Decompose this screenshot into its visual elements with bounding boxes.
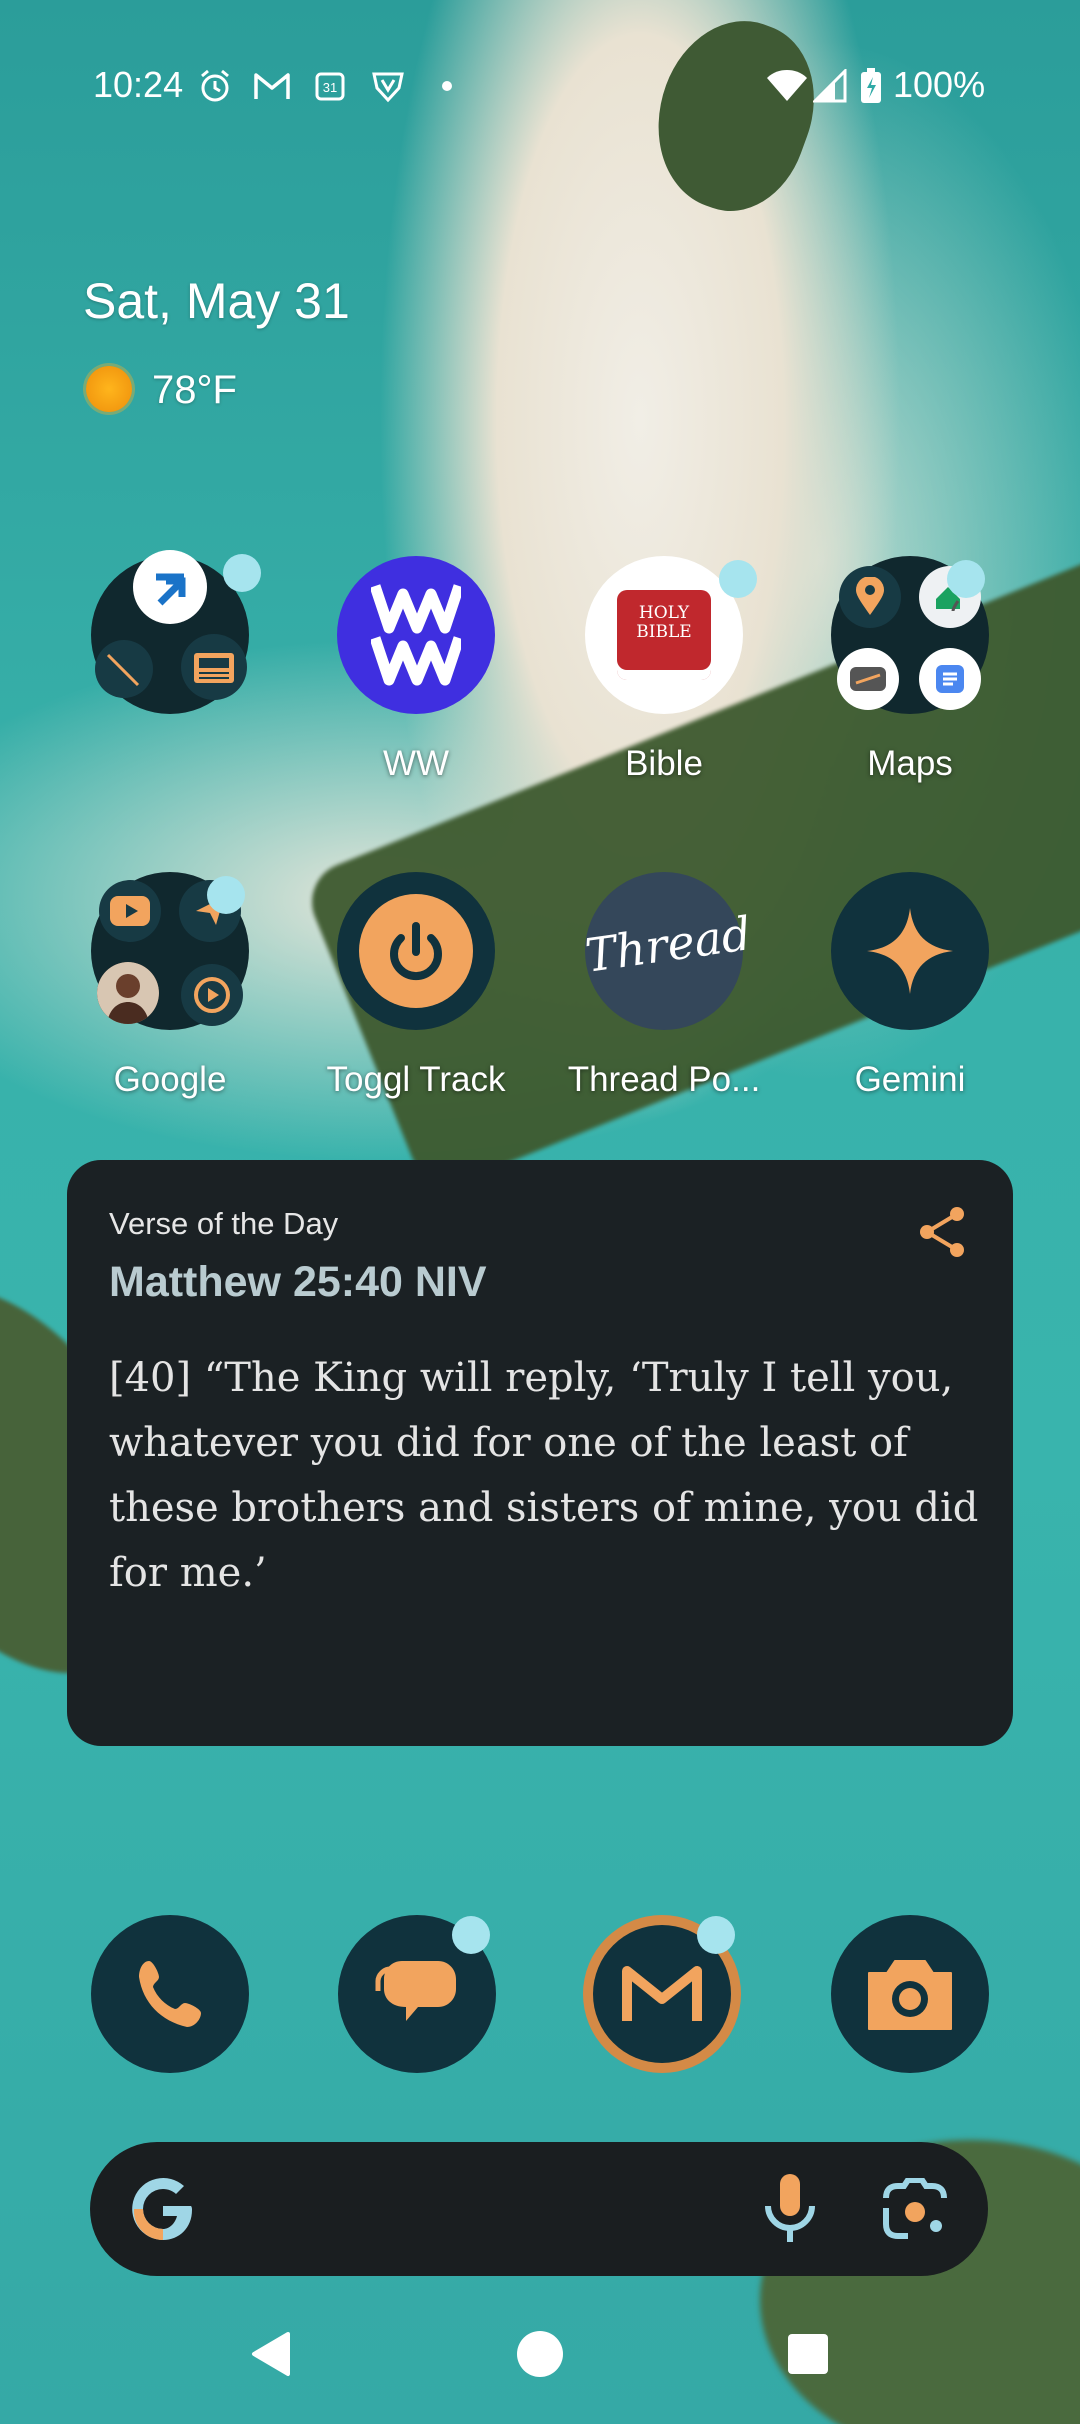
app-toggl-track[interactable]: Toggl Track <box>316 872 516 1100</box>
app-label: Toggl Track <box>326 1060 506 1099</box>
app-maps-folder[interactable]: Maps <box>810 556 1010 784</box>
recents-icon[interactable] <box>787 2333 829 2380</box>
thread-icon-text: Thread <box>582 906 755 983</box>
bible-icon-text: HOLY BIBLE <box>636 603 692 642</box>
date-text[interactable]: Sat, May 31 <box>83 272 350 330</box>
app-label: Google <box>113 1060 227 1099</box>
verse-of-the-day-widget[interactable]: Verse of the Day Matthew 25:40 NIV [40] … <box>67 1160 1013 1746</box>
app-folder-1[interactable] <box>70 550 270 744</box>
toggl-power-icon <box>337 872 495 1030</box>
bible-icon: HOLY BIBLE <box>585 556 757 714</box>
widget-title: Verse of the Day <box>109 1206 339 1241</box>
ww-icon: W <box>337 556 495 714</box>
app-thread-pod[interactable]: Thread Thread Po... <box>564 872 764 1100</box>
google-search-bar[interactable] <box>90 2142 988 2276</box>
back-icon[interactable] <box>248 2330 292 2383</box>
notification-badge <box>452 1916 490 1954</box>
google-g-icon[interactable] <box>130 2176 196 2247</box>
app-ww[interactable]: W WW <box>316 556 516 784</box>
notification-badge <box>697 1916 735 1954</box>
calendar-day: 31 <box>322 80 338 95</box>
app-label: WW <box>382 744 450 783</box>
app-bible[interactable]: HOLY BIBLE Bible <box>564 556 764 784</box>
phone-icon[interactable] <box>91 1915 249 2073</box>
folder-icon <box>91 550 261 714</box>
compass-icon <box>837 648 899 710</box>
app-google-folder[interactable]: Google <box>70 872 270 1100</box>
avatar <box>97 962 159 1024</box>
app-label: Bible <box>625 744 703 783</box>
battery-charging-icon <box>858 68 884 104</box>
status-time: 10:24 <box>93 64 184 105</box>
alarm-icon <box>196 68 234 104</box>
vpn-shield-icon <box>368 68 408 104</box>
battery-percent: 100% <box>893 64 986 105</box>
app-label: Gemini <box>854 1060 966 1099</box>
home-icon[interactable] <box>516 2330 564 2383</box>
more-dot-icon <box>440 68 454 104</box>
status-bar[interactable]: 10:24 31 100% <box>0 0 1080 170</box>
notification-badge <box>947 560 985 598</box>
gmail-dock-icon[interactable] <box>583 1915 741 2073</box>
weather-temperature[interactable]: 78°F <box>152 368 237 413</box>
share-icon[interactable] <box>915 1204 971 1260</box>
app-label: Thread Po... <box>567 1060 761 1099</box>
play-icon <box>181 964 243 1026</box>
notification-badge <box>223 554 261 592</box>
clock-icon <box>93 638 155 700</box>
verse-reference: Matthew 25:40 NIV <box>109 1258 487 1306</box>
docs-icon <box>919 648 981 710</box>
toolbox-icon <box>181 634 247 700</box>
gemini-sparkle-icon <box>831 872 989 1030</box>
verse-text: [40] “The King will reply, ‘Truly I tell… <box>109 1355 979 1596</box>
location-pin-icon <box>839 566 901 628</box>
notification-badge <box>207 876 245 914</box>
gmail-icon <box>252 68 292 104</box>
youtube-icon <box>99 880 161 942</box>
arrow-app-icon <box>133 550 207 624</box>
app-gemini[interactable]: Gemini <box>810 872 1010 1100</box>
signal-icon <box>812 68 848 104</box>
lens-icon[interactable] <box>882 2177 948 2245</box>
notification-badge <box>719 560 757 598</box>
calendar-icon: 31 <box>312 68 348 104</box>
wifi-icon <box>765 68 809 104</box>
messages-icon[interactable] <box>338 1915 496 2073</box>
camera-icon[interactable] <box>831 1915 989 2073</box>
maps-folder-icon <box>831 556 989 714</box>
thread-icon: Thread <box>582 872 755 1030</box>
app-label: Maps <box>867 744 953 783</box>
google-folder-icon <box>91 872 249 1030</box>
sunny-icon[interactable] <box>86 366 132 412</box>
mic-icon[interactable] <box>762 2172 818 2251</box>
